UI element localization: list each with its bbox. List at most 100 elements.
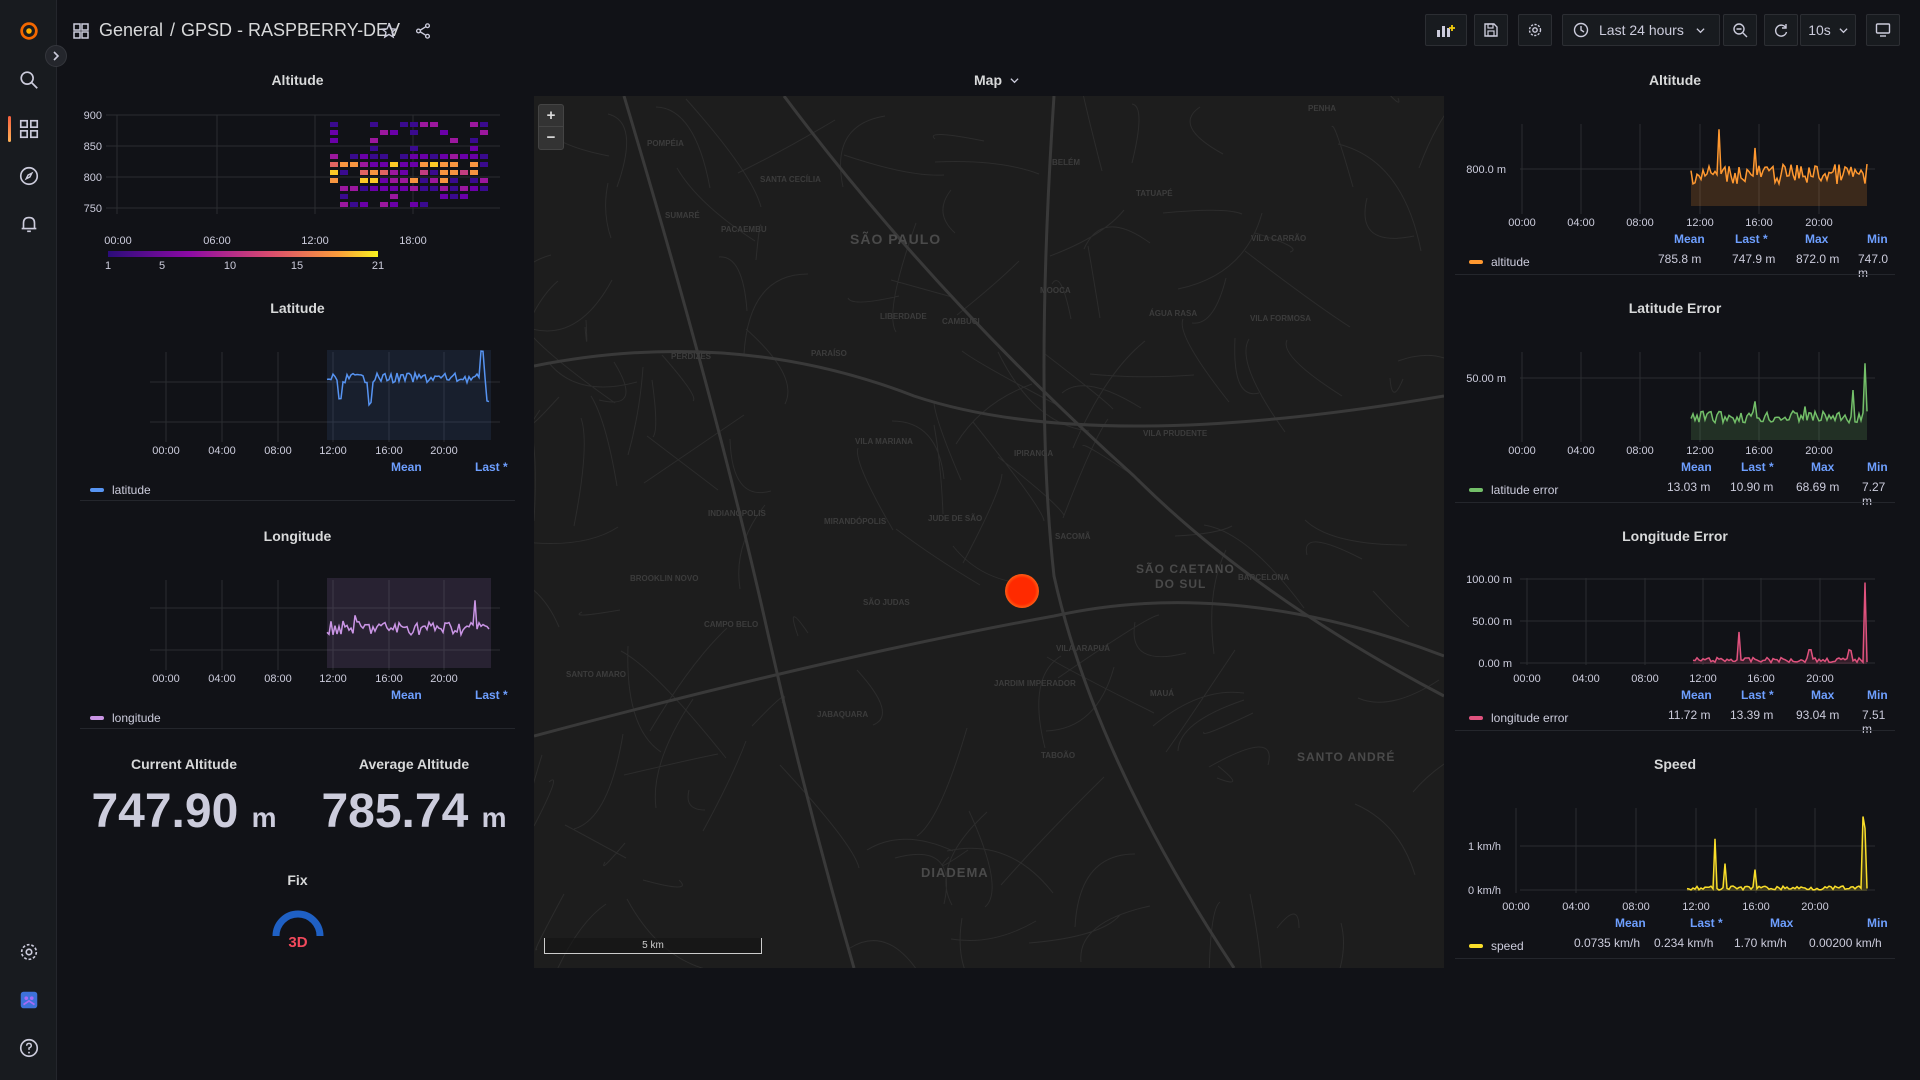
- monitor-icon: [1875, 23, 1891, 37]
- heatmap-cell: [400, 178, 408, 183]
- map-district-label: TATUAPÉ: [1136, 189, 1173, 198]
- y-tick: 800.0 m: [1466, 164, 1506, 176]
- legend-header-mean[interactable]: Mean: [1681, 688, 1712, 702]
- latitude-panel: Latitude 00:00 04:00 08:00 12:00 16:00 2…: [80, 292, 515, 502]
- dashboard-title[interactable]: GPSD - RASPBERRY-DEV: [181, 20, 400, 41]
- legend-header-mean[interactable]: Mean: [391, 460, 422, 474]
- configuration-gear-icon[interactable]: [16, 939, 42, 965]
- x-tick: 08:00: [264, 673, 292, 685]
- heatmap-cell: [360, 202, 368, 207]
- gps-location-marker[interactable]: [1005, 574, 1039, 608]
- heatmap-cell: [470, 138, 478, 143]
- heatmap-cell: [470, 122, 478, 127]
- heatmap-cell: [390, 170, 398, 175]
- legend-header-max[interactable]: Max: [1770, 916, 1793, 930]
- heatmap-cell: [350, 202, 358, 207]
- heatmap-cell: [430, 186, 438, 191]
- legend-header-last[interactable]: Last *: [475, 688, 508, 702]
- x-tick: 04:00: [1567, 445, 1595, 457]
- add-panel-button[interactable]: [1425, 14, 1467, 46]
- expand-sidebar-button[interactable]: [45, 45, 67, 67]
- legend-header-last[interactable]: Last *: [1690, 916, 1723, 930]
- map-roads: [534, 96, 1444, 968]
- zoom-out-button[interactable]: −: [539, 127, 563, 149]
- help-icon[interactable]: [16, 1035, 42, 1061]
- add-panel-icon: [1437, 25, 1455, 37]
- heatmap-cell: [360, 186, 368, 191]
- zoom-in-button[interactable]: +: [539, 105, 563, 127]
- heatmap-cell: [330, 170, 338, 175]
- stat-value: 785.74: [321, 785, 469, 838]
- heatmap-cell: [330, 178, 338, 183]
- grafana-logo-icon[interactable]: [16, 18, 42, 44]
- legend-header-last[interactable]: Last *: [1741, 460, 1774, 474]
- chevron-right-icon: [53, 51, 60, 61]
- heatmap-cell: [410, 162, 418, 167]
- refresh-interval-picker[interactable]: 10s: [1800, 14, 1856, 46]
- search-icon[interactable]: [16, 67, 42, 93]
- time-range-picker[interactable]: Last 24 hours: [1562, 14, 1720, 46]
- legend-header-mean[interactable]: Mean: [391, 688, 422, 702]
- heatmap-cell: [340, 202, 348, 207]
- legend-header-last[interactable]: Last *: [1735, 232, 1768, 246]
- legend-color-swatch: [1469, 716, 1483, 720]
- legend-color-swatch: [1469, 944, 1483, 948]
- heatmap-cell: [380, 162, 388, 167]
- altitude-chart: 800.0 m 00:00 04:00 08:00 12:00 16:00 20…: [1466, 124, 1875, 229]
- legend-row[interactable]: longitude: [90, 708, 161, 728]
- x-tick: 08:00: [1626, 217, 1654, 229]
- refresh-button[interactable]: [1764, 14, 1798, 46]
- user-avatar-icon[interactable]: [16, 987, 42, 1013]
- map-label: DO SUL: [1155, 577, 1207, 591]
- alerting-bell-icon[interactable]: [16, 211, 42, 237]
- map-panel-header[interactable]: Map: [974, 72, 1019, 88]
- map-panel[interactable]: SÃO PAULO SÃO CAETANO DO SUL SANTO ANDRÉ…: [534, 96, 1444, 968]
- dashboards-icon[interactable]: [16, 116, 42, 142]
- tv-mode-button[interactable]: [1866, 14, 1900, 46]
- star-icon[interactable]: [380, 22, 398, 40]
- breadcrumb-folder[interactable]: General: [99, 20, 163, 41]
- panel-title: Fix: [287, 872, 308, 888]
- chevron-down-icon: [1010, 78, 1019, 84]
- legend-header-last[interactable]: Last *: [475, 460, 508, 474]
- heatmap-cell: [370, 146, 378, 151]
- legend-last-value: 13.39 m: [1730, 708, 1774, 722]
- save-dashboard-button[interactable]: [1474, 14, 1508, 46]
- zoom-out-time-button[interactable]: [1723, 14, 1757, 46]
- legend-series-name: latitude: [112, 483, 151, 497]
- legend-header-max[interactable]: Max: [1811, 688, 1834, 702]
- heatmap-cell: [480, 186, 488, 191]
- explore-compass-icon[interactable]: [16, 163, 42, 189]
- legend-header-min[interactable]: Min: [1867, 232, 1888, 246]
- dashboard-settings-button[interactable]: [1518, 14, 1552, 46]
- legend-row[interactable]: latitude error 13.03 m 10.90 m 68.69 m 7…: [1469, 480, 1895, 508]
- top-navbar: General / GPSD - RASPBERRY-DEV Last 24 h…: [57, 0, 1920, 64]
- legend-header-max[interactable]: Max: [1805, 232, 1828, 246]
- sidebar: [0, 0, 67, 1080]
- x-tick: 20:00: [430, 445, 458, 457]
- legend-header-mean[interactable]: Mean: [1615, 916, 1646, 930]
- heatmap-cell: [470, 146, 478, 151]
- heatmap-cell: [360, 162, 368, 167]
- legend-header-min[interactable]: Min: [1867, 688, 1888, 702]
- fix-value: 3D: [288, 934, 307, 951]
- x-tick: 20:00: [1801, 901, 1829, 913]
- share-icon[interactable]: [414, 22, 432, 40]
- map-district-label: VILA ARAPUÁ: [1056, 644, 1111, 653]
- legend-header-min[interactable]: Min: [1867, 916, 1888, 930]
- heatmap-cell: [370, 170, 378, 175]
- x-tick: 08:00: [1626, 445, 1654, 457]
- legend-header-last[interactable]: Last *: [1741, 688, 1774, 702]
- legend-header-max[interactable]: Max: [1811, 460, 1834, 474]
- legend-row[interactable]: latitude: [90, 480, 151, 500]
- legend-header-min[interactable]: Min: [1867, 460, 1888, 474]
- legend-row[interactable]: speed 0.0735 km/h 0.234 km/h 1.70 km/h 0…: [1469, 936, 1895, 956]
- x-tick: 12:00: [1682, 901, 1710, 913]
- stat-value-row: 785.74 m: [299, 784, 529, 839]
- legend-row[interactable]: longitude error 11.72 m 13.39 m 93.04 m …: [1469, 708, 1895, 736]
- legend-row[interactable]: altitude 785.8 m 747.9 m 872.0 m 747.0 m: [1469, 252, 1895, 280]
- legend-header-mean[interactable]: Mean: [1674, 232, 1705, 246]
- latitude-error-panel: Latitude Error 50.00 m 00:00 04:00 08:00…: [1455, 292, 1895, 510]
- legend-header-mean[interactable]: Mean: [1681, 460, 1712, 474]
- highlight-region: [327, 350, 491, 440]
